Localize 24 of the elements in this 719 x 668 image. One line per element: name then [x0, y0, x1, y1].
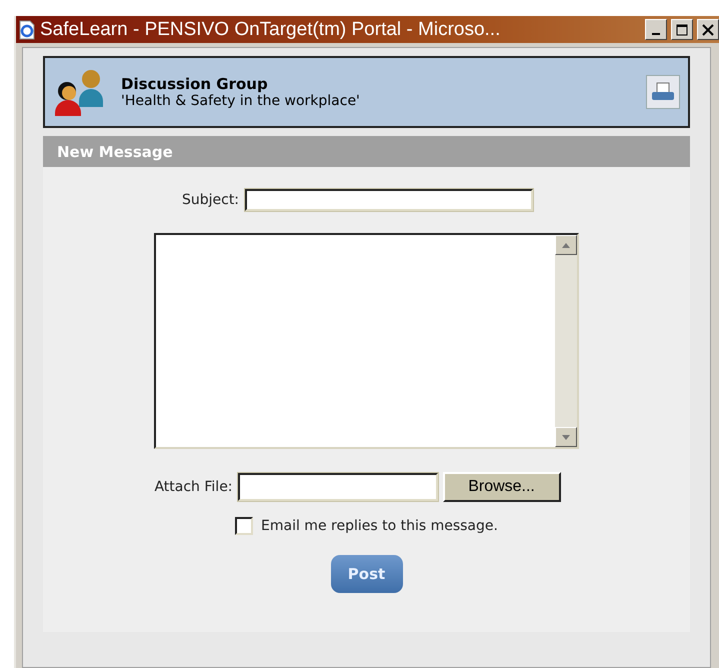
email-replies-checkbox[interactable] [235, 517, 254, 535]
printer-icon [651, 82, 675, 102]
attach-file-label: Attach File: [154, 479, 233, 495]
header-title: Discussion Group [121, 75, 269, 93]
print-button[interactable] [646, 75, 680, 109]
minimize-icon [652, 32, 660, 34]
section-title: New Message [43, 136, 690, 167]
email-replies-label: Email me replies to this message. [261, 518, 498, 534]
browse-button[interactable]: Browse... [442, 472, 561, 502]
close-button[interactable] [697, 19, 719, 40]
browser-icon [18, 20, 36, 40]
window-title: SafeLearn - PENSIVO OnTarget(tm) Portal - Microso... [40, 18, 502, 40]
maximize-icon [676, 24, 688, 36]
subject-field[interactable] [245, 189, 534, 211]
close-icon [702, 24, 714, 36]
scrollbar[interactable] [554, 235, 576, 447]
subject-label: Subject: [182, 192, 240, 208]
attach-file-field[interactable] [238, 473, 438, 501]
header-subtitle: 'Health & Safety in the workplace' [121, 93, 361, 109]
message-field[interactable] [154, 233, 578, 449]
scroll-up-icon[interactable] [554, 235, 576, 255]
maximize-button[interactable] [671, 19, 693, 40]
minimize-button[interactable] [645, 19, 667, 40]
scroll-down-icon[interactable] [554, 427, 576, 447]
